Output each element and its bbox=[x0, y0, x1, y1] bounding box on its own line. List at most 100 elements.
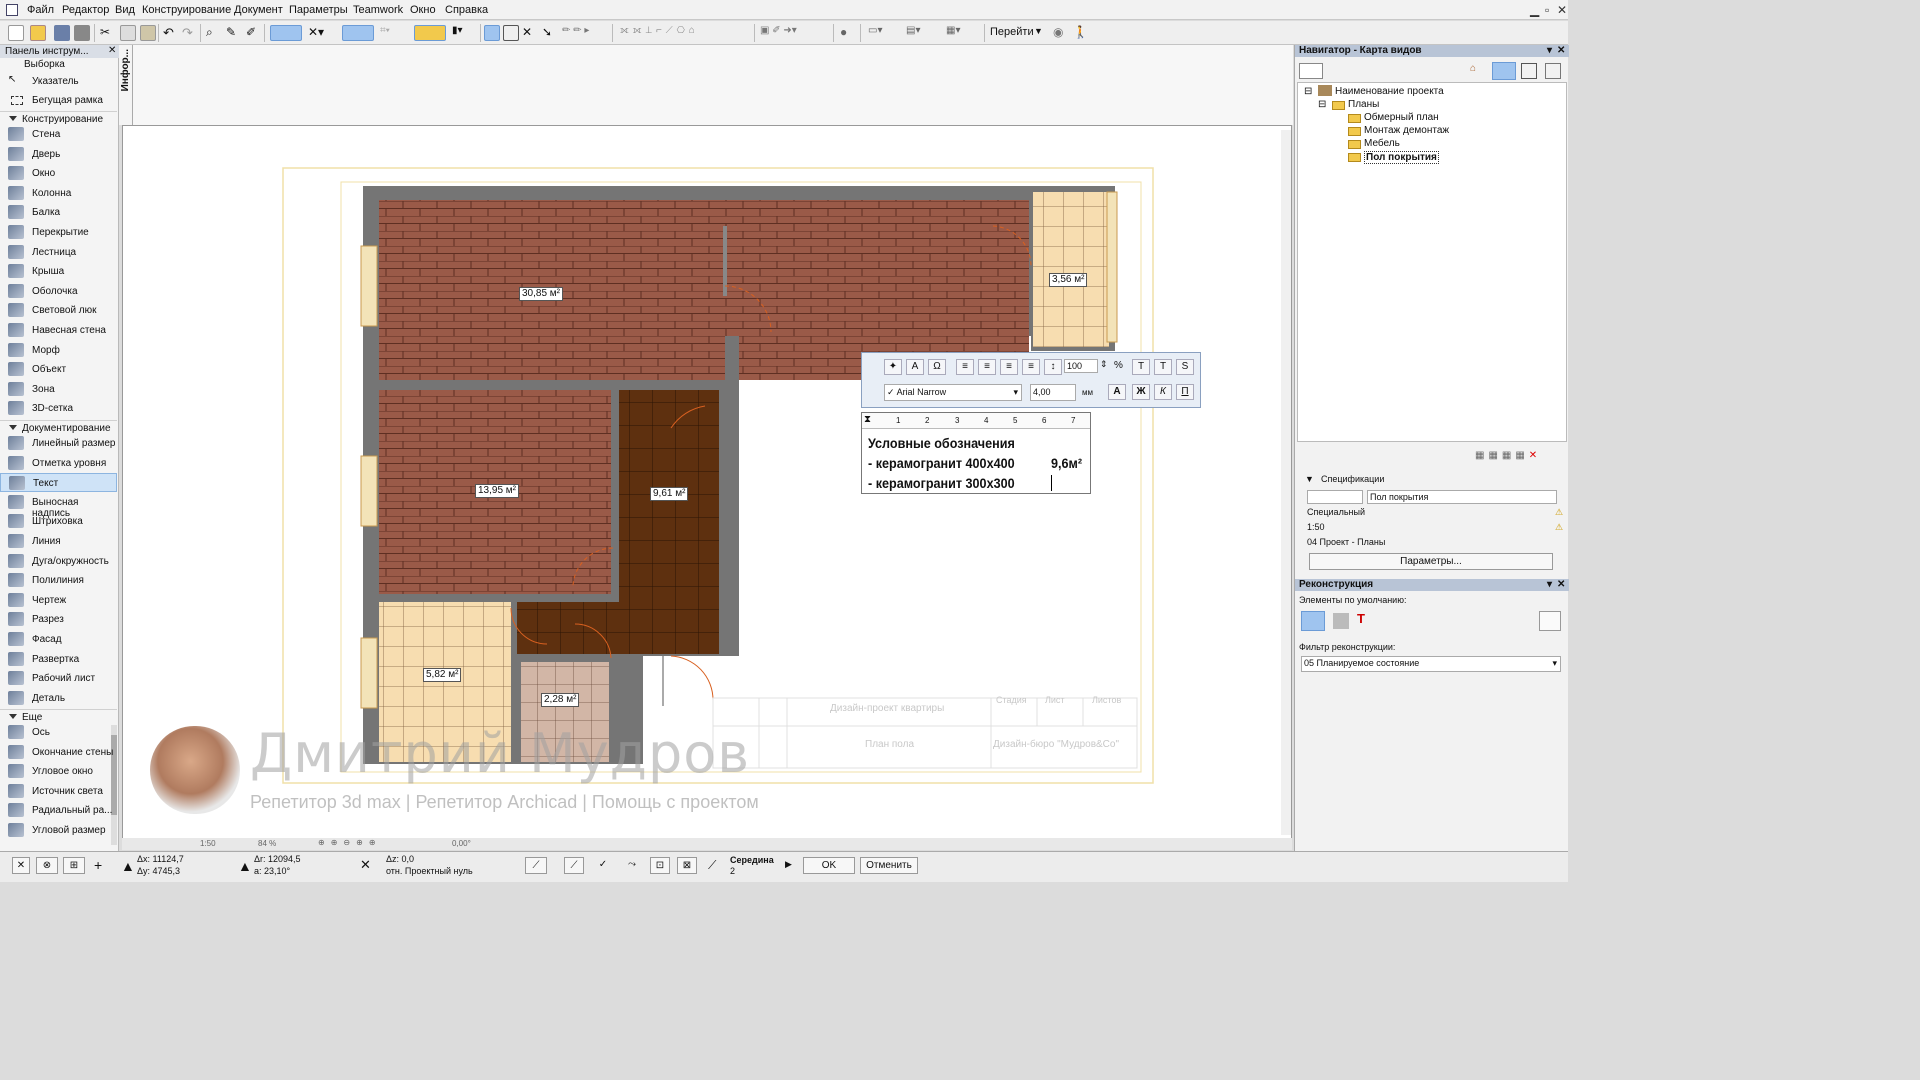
play-icon[interactable]: ▶ bbox=[785, 859, 792, 870]
tree-view-floor[interactable]: Пол покрытия bbox=[1364, 151, 1439, 164]
tool-item[interactable]: Деталь bbox=[0, 689, 117, 708]
tool-item[interactable]: Оболочка bbox=[0, 282, 117, 301]
redo-icon[interactable]: ↷ bbox=[182, 25, 198, 41]
open-folder-icon[interactable] bbox=[30, 25, 46, 41]
paste-icon[interactable] bbox=[140, 25, 156, 41]
navigator-mode-button[interactable] bbox=[1299, 63, 1323, 79]
text-style-icon[interactable]: A bbox=[906, 359, 924, 375]
angle-icon[interactable]: ✓ bbox=[593, 857, 613, 874]
fill-icon[interactable] bbox=[484, 25, 500, 41]
existing-elements-icon[interactable] bbox=[1301, 611, 1325, 631]
area-label-bedroom[interactable]: 13,95 м² bbox=[475, 484, 520, 498]
undo-icon[interactable]: ↶ bbox=[163, 25, 179, 41]
tool-item[interactable]: Окончание стены bbox=[0, 743, 117, 762]
tool-item[interactable]: Выносная надпись bbox=[0, 493, 117, 519]
line-spacing-input[interactable]: 100 bbox=[1064, 359, 1098, 373]
publisher-icon[interactable] bbox=[1545, 63, 1561, 79]
snap-mode[interactable]: Середина bbox=[730, 855, 774, 865]
tool-pointer[interactable]: ↖ Указатель bbox=[0, 72, 117, 91]
tool-marquee[interactable]: Бегущая рамка bbox=[0, 91, 117, 110]
line-spacing-icon[interactable]: ↕ bbox=[1044, 359, 1062, 375]
layer-icon[interactable] bbox=[414, 25, 446, 41]
snap-icon[interactable]: ⊗ bbox=[36, 857, 58, 874]
restore-icon[interactable]: ▫ bbox=[1545, 3, 1549, 17]
tool-item[interactable]: Световой люк bbox=[0, 301, 117, 320]
grid-icon[interactable]: ⊞ bbox=[63, 857, 85, 874]
tool-item[interactable]: Разрез bbox=[0, 610, 117, 629]
tool-item[interactable]: Развертка bbox=[0, 650, 117, 669]
tool-item[interactable]: Лестница bbox=[0, 243, 117, 262]
underline-icon[interactable]: П bbox=[1176, 384, 1194, 400]
zoom-snap-icon[interactable]: ⊠ bbox=[677, 857, 697, 874]
view-map-icon[interactable] bbox=[1492, 62, 1516, 80]
align-left-icon[interactable]: ≡ bbox=[956, 359, 974, 375]
menu-view[interactable]: Вид bbox=[115, 4, 135, 16]
spec-scale-row[interactable]: 1:50 ⚠ bbox=[1297, 522, 1565, 536]
coord-dr[interactable]: Δr: 12094,5 bbox=[254, 854, 301, 864]
tool-item[interactable]: Отметка уровня bbox=[0, 454, 117, 473]
ok-button[interactable]: OK bbox=[803, 857, 855, 874]
section-more[interactable]: Еще bbox=[0, 709, 117, 723]
zoom-readout[interactable]: 84 % bbox=[258, 839, 276, 848]
spec-id-field[interactable] bbox=[1307, 490, 1363, 504]
guide-lines-icon[interactable] bbox=[270, 25, 302, 41]
render-icon[interactable]: ▦▾ bbox=[946, 25, 980, 41]
menu-window[interactable]: Окно bbox=[410, 4, 436, 16]
tool-item[interactable]: Штриховка bbox=[0, 512, 117, 531]
menu-document[interactable]: Документ bbox=[234, 4, 283, 16]
align-right-icon[interactable]: ≡ bbox=[1000, 359, 1018, 375]
omega-icon[interactable]: Ω bbox=[928, 359, 946, 375]
tool-item[interactable]: Полилиния bbox=[0, 571, 117, 590]
view-tools-icon[interactable]: ▣ ✐ ➜▾ bbox=[760, 25, 830, 41]
tool-item[interactable]: Объект bbox=[0, 360, 117, 379]
font-select[interactable]: ✓ Arial Narrow ▾ bbox=[884, 384, 1022, 401]
section-design[interactable]: Конструирование bbox=[0, 111, 117, 125]
dimension-icon[interactable]: ⤳ bbox=[622, 857, 642, 874]
coord-dz[interactable]: Δz: 0,0 bbox=[386, 854, 414, 864]
tool-item[interactable]: Линейный размер bbox=[0, 434, 117, 453]
area-label-hall[interactable]: 9,61 м² bbox=[650, 487, 689, 501]
tool-item[interactable]: Источник света bbox=[0, 782, 117, 801]
tool-item[interactable]: 3D-сетка bbox=[0, 399, 117, 418]
tree-plans[interactable]: Планы bbox=[1348, 99, 1379, 110]
pencil-tools-icon[interactable]: ✏ ✏ ▸ bbox=[562, 25, 602, 41]
tree-view-demolition[interactable]: Монтаж демонтаж bbox=[1364, 125, 1449, 136]
tool-item[interactable]: Окно bbox=[0, 164, 117, 183]
tree-view-furniture[interactable]: Мебель bbox=[1364, 138, 1400, 149]
tool-item[interactable]: Угловое окно bbox=[0, 762, 117, 781]
scale-readout[interactable]: 1:50 bbox=[200, 839, 216, 848]
new-elements-icon[interactable]: T bbox=[1357, 611, 1365, 626]
dropdown-icon[interactable]: ▾ bbox=[1547, 45, 1552, 56]
menu-options[interactable]: Параметры bbox=[289, 4, 348, 16]
close-icon[interactable]: ✕ bbox=[1557, 579, 1565, 590]
display-icon[interactable]: ▤▾ bbox=[906, 25, 940, 41]
tool-item[interactable]: Ось bbox=[0, 723, 117, 742]
menu-help[interactable]: Справка bbox=[445, 4, 488, 16]
minimize-icon[interactable]: ▁ bbox=[1530, 3, 1539, 17]
strikethrough-icon[interactable]: S bbox=[1176, 359, 1194, 375]
snap-count[interactable]: 2 bbox=[730, 866, 735, 876]
tool-item[interactable]: Перекрытие bbox=[0, 223, 117, 242]
tool-item[interactable]: Текст bbox=[0, 473, 117, 493]
coord-dx[interactable]: Δx: 11124,7 bbox=[137, 854, 184, 864]
close-icon[interactable]: ✕ bbox=[12, 857, 30, 874]
collapse-icon[interactable]: ⊟ bbox=[1304, 86, 1312, 97]
snap-guides-icon[interactable]: ✕▾ bbox=[308, 25, 340, 41]
text-block[interactable]: ⧗ 1 2 3 4 5 6 7 Условные обозначения - к… bbox=[861, 412, 1091, 494]
triangle-down-icon[interactable]: ▼ bbox=[1305, 474, 1314, 484]
sphere-icon[interactable]: ● bbox=[840, 25, 856, 41]
stepper-icon[interactable]: ⇕ bbox=[1100, 359, 1108, 370]
canvas-scrollbar[interactable] bbox=[1281, 130, 1291, 835]
tree-root[interactable]: Наименование проекта bbox=[1335, 86, 1444, 97]
indent-icon[interactable]: ⧗ bbox=[864, 414, 871, 425]
zoom-buttons-icon[interactable]: ⊕⊕⊖⊕⊕ bbox=[318, 838, 382, 847]
section-documenting[interactable]: Документирование bbox=[0, 420, 117, 434]
layout-icon[interactable]: ▭▾ bbox=[868, 25, 898, 41]
tool-item[interactable]: Балка bbox=[0, 203, 117, 222]
spec-layer-row[interactable]: Специальный ⚠ bbox=[1297, 507, 1565, 521]
chevron-down-icon[interactable]: ▼ bbox=[1034, 26, 1043, 36]
parameters-button[interactable]: Параметры... bbox=[1309, 553, 1553, 570]
area-label-living[interactable]: 30,85 м² bbox=[519, 287, 564, 301]
layout-book-icon[interactable] bbox=[1521, 63, 1537, 79]
tree-view-survey[interactable]: Обмерный план bbox=[1364, 112, 1439, 123]
